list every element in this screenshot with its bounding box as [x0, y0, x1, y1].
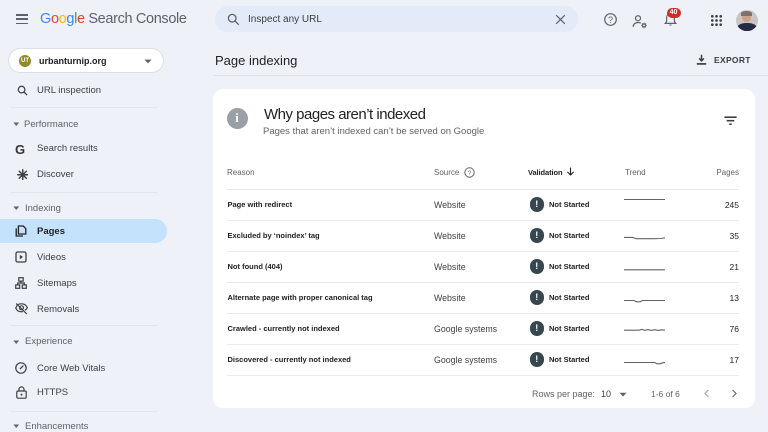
svg-text:?: ?	[467, 170, 471, 177]
svg-text:?: ?	[608, 15, 613, 25]
